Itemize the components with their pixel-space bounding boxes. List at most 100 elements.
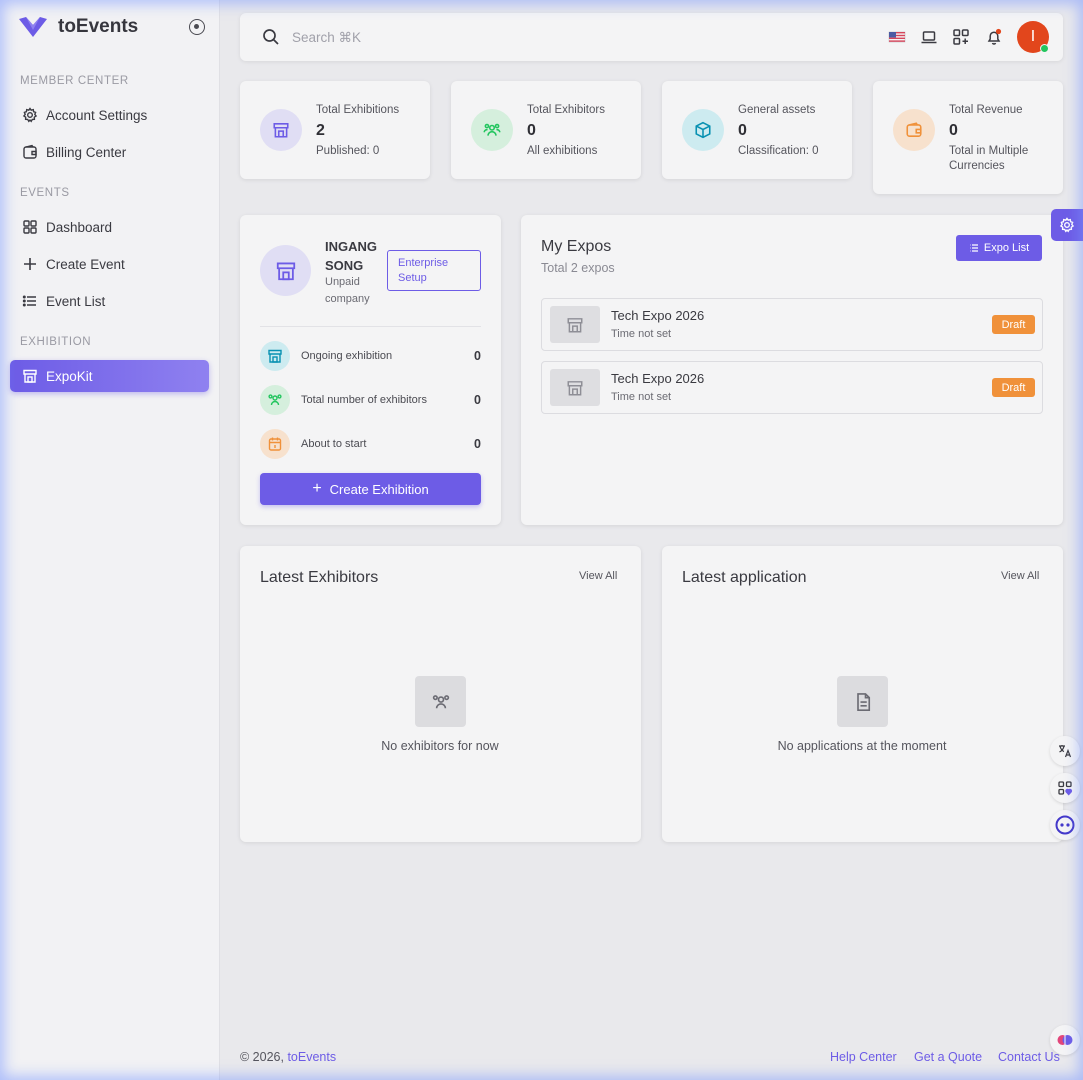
sidebar-item-label: Account Settings (46, 107, 148, 123)
empty-state-box (415, 676, 466, 727)
stat-card-total-revenue: Total Revenue 0 Total in Multiple Curren… (873, 81, 1063, 194)
metric-value: 0 (474, 437, 481, 451)
sidebar-item-label: Create Event (46, 256, 125, 272)
brand-logo-icon (19, 17, 47, 37)
sidebar-item-create-event[interactable]: Create Event (10, 248, 209, 280)
stat-sub: Classification: 0 (738, 145, 819, 157)
sidebar-item-billing-center[interactable]: Billing Center (10, 136, 209, 168)
expo-name: Tech Expo 2026 (611, 371, 705, 386)
translate-button[interactable] (1050, 736, 1080, 766)
metric-icon-circle (260, 385, 290, 415)
store-icon (23, 369, 37, 383)
stat-icon-circle (260, 109, 302, 151)
theme-settings-button[interactable] (1051, 209, 1083, 241)
store-icon (276, 262, 295, 280)
stat-label: General assets (738, 104, 816, 116)
view-all-exhibitors-link[interactable]: View All (579, 570, 617, 582)
metric-label: Total number of exhibitors (301, 394, 427, 406)
wallet-icon (906, 122, 922, 137)
sidebar-item-label: ExpoKit (46, 368, 93, 384)
section-events: EVENTS (20, 187, 70, 199)
expo-list-label: Expo List (983, 242, 1030, 254)
create-exhibition-button[interactable]: + Create Exhibition (260, 473, 481, 505)
my-expos-subtitle: Total 2 expos (541, 261, 615, 275)
section-member-center: MEMBER CENTER (20, 75, 129, 87)
empty-state-box (837, 676, 888, 727)
users-icon (268, 394, 282, 406)
translate-icon (1059, 745, 1072, 758)
apps-heart-icon (1058, 781, 1073, 796)
metric-value: 0 (474, 393, 481, 407)
my-expos-card: My Expos Total 2 expos Expo List Tech Ex… (521, 215, 1063, 525)
chatbot-button[interactable] (1050, 810, 1080, 840)
stat-icon-circle (893, 109, 935, 151)
apps-icon[interactable] (952, 28, 970, 46)
sidebar-item-account-settings[interactable]: Account Settings (10, 99, 209, 131)
latest-exhibitors-title: Latest Exhibitors (260, 569, 379, 586)
gear-icon (22, 107, 38, 123)
empty-state-text: No exhibitors for now (381, 739, 499, 753)
sidebar-item-dashboard[interactable]: Dashboard (10, 211, 209, 243)
robot-icon (1055, 815, 1075, 835)
document-icon (856, 692, 870, 711)
sidebar: toEvents MEMBER CENTER Account Settings … (0, 0, 220, 1080)
my-expos-title: My Expos (541, 238, 612, 255)
brand-name: toEvents (58, 16, 139, 37)
bell-icon[interactable] (985, 28, 1003, 46)
copyright-text: © 2026, (240, 1050, 288, 1064)
store-icon (567, 317, 583, 332)
sidebar-item-expokit[interactable]: ExpoKit (10, 360, 209, 392)
stat-card-total-exhibitors: Total Exhibitors 0 All exhibitions (451, 81, 641, 179)
create-exhibition-label: Create Exhibition (329, 481, 429, 497)
stat-label: Total Exhibitors (527, 104, 605, 116)
users-icon (483, 123, 501, 136)
latest-application-title: Latest application (682, 569, 807, 586)
enterprise-setup-button[interactable]: Enterprise Setup (387, 250, 481, 291)
stat-value: 0 (527, 122, 536, 139)
search-input[interactable] (292, 25, 592, 49)
calendar-icon (268, 437, 282, 451)
stat-sub: Total in Multiple Currencies (949, 145, 1029, 172)
footer-link-get-quote[interactable]: Get a Quote (914, 1050, 982, 1064)
section-exhibition: EXHIBITION (20, 336, 92, 348)
sidebar-toggle-icon[interactable] (189, 19, 205, 35)
gear-icon (1059, 217, 1075, 233)
latest-exhibitors-card: Latest Exhibitors View All No exhibitors… (240, 546, 641, 842)
brain-icon (1057, 1035, 1073, 1045)
metric-ongoing-exhibition: Ongoing exhibition 0 (260, 340, 481, 372)
list-icon (969, 244, 978, 252)
search-icon[interactable] (262, 28, 280, 46)
company-status: Unpaid company (325, 276, 370, 305)
metric-label: Ongoing exhibition (301, 350, 393, 362)
expo-time: Time not set (611, 328, 672, 340)
brand[interactable]: toEvents (0, 0, 219, 54)
metric-value: 0 (474, 349, 481, 363)
metric-total-exhibitors: Total number of exhibitors 0 (260, 384, 481, 416)
metric-label: About to start (301, 438, 367, 450)
stat-sub: All exhibitions (527, 145, 598, 157)
apps-favorite-button[interactable] (1050, 773, 1080, 803)
expo-row[interactable]: Tech Expo 2026 Time not set Draft (541, 361, 1043, 414)
view-all-applications-link[interactable]: View All (1001, 570, 1039, 582)
footer-link-help-center[interactable]: Help Center (830, 1050, 897, 1064)
expo-thumbnail (550, 369, 600, 406)
metric-about-to-start: About to start 0 (260, 428, 481, 460)
grid-icon (23, 220, 37, 234)
footer-copyright: © 2026, toEvents (240, 1050, 336, 1064)
stat-sub: Published: 0 (316, 145, 380, 157)
us-flag-icon[interactable] (888, 28, 906, 46)
expo-row[interactable]: Tech Expo 2026 Time not set Draft (541, 298, 1043, 351)
top-bar: I (240, 13, 1063, 61)
footer-link-contact-us[interactable]: Contact Us (998, 1050, 1060, 1064)
sidebar-item-label: Dashboard (46, 219, 113, 235)
expo-list-button[interactable]: Expo List (956, 235, 1042, 261)
stat-value: 0 (949, 122, 958, 139)
laptop-icon[interactable] (920, 28, 938, 46)
stat-value: 0 (738, 122, 747, 139)
cube-icon (695, 121, 711, 139)
status-badge: Draft (992, 378, 1035, 397)
sidebar-item-event-list[interactable]: Event List (10, 285, 209, 317)
stat-icon-circle (682, 109, 724, 151)
footer-brand-link[interactable]: toEvents (287, 1050, 336, 1064)
store-icon (567, 380, 583, 395)
